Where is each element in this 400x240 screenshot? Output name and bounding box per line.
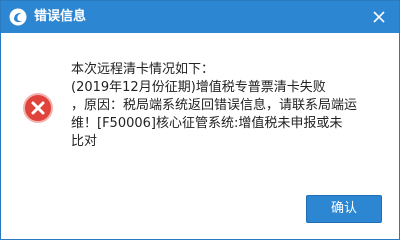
error-icon: [22, 92, 54, 124]
message-line: ，原因：税局端系统返回错误信息，请联系局端运: [71, 98, 358, 113]
message-line: (2019年12月份征期)增值税专普票清卡失败: [71, 80, 326, 95]
message-line: 比对: [71, 134, 98, 149]
dialog-title: 错误信息: [34, 9, 87, 24]
app-logo-icon: [9, 8, 27, 26]
title-bar: 错误信息: [1, 1, 399, 33]
confirm-button[interactable]: 确认: [306, 195, 382, 223]
message-line: 本次远程清卡情况如下：: [71, 62, 215, 77]
error-message: 本次远程清卡情况如下： (2019年12月份征期)增值税专普票清卡失败 ，原因：…: [71, 61, 391, 151]
message-line: 维！[F50006]核心征管系统:增值税未申报或未: [71, 116, 343, 131]
close-icon[interactable]: [369, 7, 389, 27]
close-button[interactable]: [369, 7, 389, 27]
error-dialog: 错误信息 本次远程清卡情况如下： (2019年12月份征期)增值税专普票清卡失败…: [0, 0, 400, 240]
